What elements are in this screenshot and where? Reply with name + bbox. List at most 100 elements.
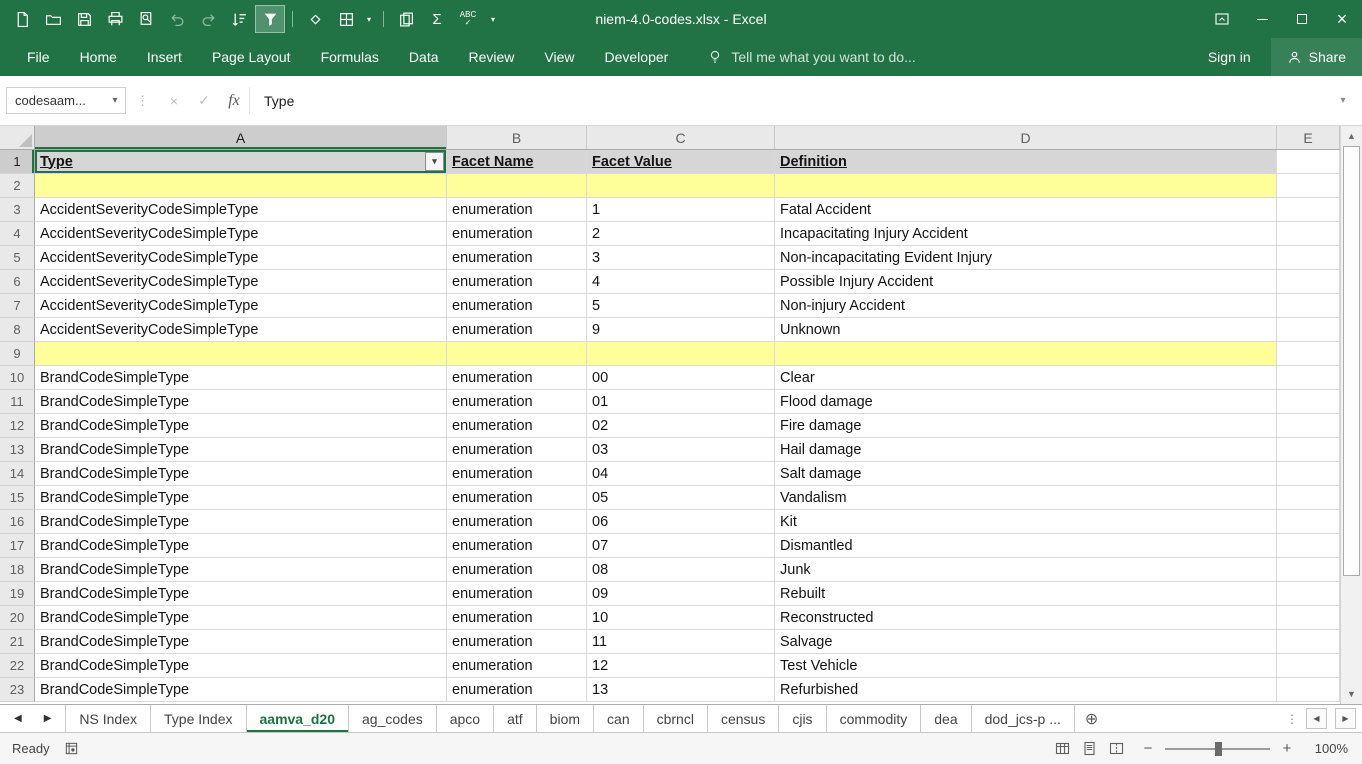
hscroll-left-button[interactable]: ◀ xyxy=(1306,708,1327,729)
zoom-out-button[interactable]: − xyxy=(1141,740,1155,757)
open-file-icon[interactable] xyxy=(39,6,67,32)
column-header-B[interactable]: B xyxy=(447,126,587,149)
cell-B9[interactable] xyxy=(447,342,587,366)
row-header-12[interactable]: 12 xyxy=(0,414,35,438)
cell-A20[interactable]: BrandCodeSimpleType xyxy=(35,606,447,630)
cell-B7[interactable]: enumeration xyxy=(447,294,587,318)
row-header-13[interactable]: 13 xyxy=(0,438,35,462)
cell-A6[interactable]: AccidentSeverityCodeSimpleType xyxy=(35,270,447,294)
row-header-11[interactable]: 11 xyxy=(0,390,35,414)
cell-D6[interactable]: Possible Injury Accident xyxy=(775,270,1277,294)
cell-E11[interactable] xyxy=(1277,390,1340,414)
sheet-tab-can[interactable]: can xyxy=(594,705,644,732)
hscroll-right-button[interactable]: ▶ xyxy=(1335,708,1356,729)
maximize-button[interactable] xyxy=(1282,0,1322,38)
page-break-preview-icon[interactable] xyxy=(1108,740,1125,757)
cell-E17[interactable] xyxy=(1277,534,1340,558)
cell-A5[interactable]: AccidentSeverityCodeSimpleType xyxy=(35,246,447,270)
cell-C1[interactable]: Facet Value xyxy=(587,150,775,174)
cell-A13[interactable]: BrandCodeSimpleType xyxy=(35,438,447,462)
insert-function-icon[interactable]: fx xyxy=(219,87,249,114)
cell-B17[interactable]: enumeration xyxy=(447,534,587,558)
row-header-3[interactable]: 3 xyxy=(0,198,35,222)
row-header-8[interactable]: 8 xyxy=(0,318,35,342)
cell-C17[interactable]: 07 xyxy=(587,534,775,558)
column-header-C[interactable]: C xyxy=(587,126,775,149)
cell-D17[interactable]: Dismantled xyxy=(775,534,1277,558)
sheet-tab-ag-codes[interactable]: ag_codes xyxy=(349,705,437,732)
zoom-in-button[interactable]: + xyxy=(1280,740,1294,757)
cell-D21[interactable]: Salvage xyxy=(775,630,1277,654)
cell-D7[interactable]: Non-injury Accident xyxy=(775,294,1277,318)
cell-B22[interactable]: enumeration xyxy=(447,654,587,678)
name-box[interactable]: codesaam... ▾ xyxy=(6,87,126,114)
cell-C10[interactable]: 00 xyxy=(587,366,775,390)
cell-C19[interactable]: 09 xyxy=(587,582,775,606)
formula-input[interactable]: Type xyxy=(249,87,1330,114)
row-header-23[interactable]: 23 xyxy=(0,678,35,702)
filter-icon[interactable] xyxy=(256,6,284,32)
cell-B2[interactable] xyxy=(447,174,587,198)
row-header-18[interactable]: 18 xyxy=(0,558,35,582)
cell-A3[interactable]: AccidentSeverityCodeSimpleType xyxy=(35,198,447,222)
cell-B15[interactable]: enumeration xyxy=(447,486,587,510)
autosum-icon[interactable]: Σ xyxy=(423,6,451,32)
cell-C14[interactable]: 04 xyxy=(587,462,775,486)
cell-C9[interactable] xyxy=(587,342,775,366)
cell-B11[interactable]: enumeration xyxy=(447,390,587,414)
macro-record-icon[interactable] xyxy=(64,741,79,756)
ribbon-tab-formulas[interactable]: Formulas xyxy=(306,38,394,76)
sheet-tab-cbrncl[interactable]: cbrncl xyxy=(644,705,708,732)
row-header-9[interactable]: 9 xyxy=(0,342,35,366)
zoom-level-label[interactable]: 100% xyxy=(1310,741,1348,756)
cell-E13[interactable] xyxy=(1277,438,1340,462)
cell-B6[interactable]: enumeration xyxy=(447,270,587,294)
cell-B13[interactable]: enumeration xyxy=(447,438,587,462)
sheet-tab-cjis[interactable]: cjis xyxy=(779,705,826,732)
cell-C15[interactable]: 05 xyxy=(587,486,775,510)
cell-A11[interactable]: BrandCodeSimpleType xyxy=(35,390,447,414)
cell-E22[interactable] xyxy=(1277,654,1340,678)
zoom-slider[interactable] xyxy=(1165,748,1270,750)
cell-D23[interactable]: Refurbished xyxy=(775,678,1277,702)
vertical-scrollbar[interactable]: ▲ ▼ xyxy=(1340,126,1362,704)
ribbon-tab-file[interactable]: File xyxy=(12,38,65,76)
row-header-1[interactable]: 1 xyxy=(0,150,35,174)
cell-B3[interactable]: enumeration xyxy=(447,198,587,222)
cell-C11[interactable]: 01 xyxy=(587,390,775,414)
cell-A19[interactable]: BrandCodeSimpleType xyxy=(35,582,447,606)
cell-E16[interactable] xyxy=(1277,510,1340,534)
cell-B19[interactable]: enumeration xyxy=(447,582,587,606)
normal-view-icon[interactable] xyxy=(1054,740,1071,757)
cell-C18[interactable]: 08 xyxy=(587,558,775,582)
cell-E20[interactable] xyxy=(1277,606,1340,630)
share-button[interactable]: Share xyxy=(1271,38,1362,76)
cell-B12[interactable]: enumeration xyxy=(447,414,587,438)
vertical-scroll-thumb[interactable] xyxy=(1343,146,1360,576)
cell-D10[interactable]: Clear xyxy=(775,366,1277,390)
cell-E6[interactable] xyxy=(1277,270,1340,294)
sheet-tab-type-index[interactable]: Type Index xyxy=(151,705,247,732)
zoom-slider-thumb[interactable] xyxy=(1215,742,1222,756)
enter-icon[interactable]: ✓ xyxy=(189,87,219,114)
save-icon[interactable] xyxy=(70,6,98,32)
close-button[interactable]: × xyxy=(1322,0,1362,38)
cell-E21[interactable] xyxy=(1277,630,1340,654)
ribbon-tab-page-layout[interactable]: Page Layout xyxy=(197,38,306,76)
cell-C13[interactable]: 03 xyxy=(587,438,775,462)
ribbon-tab-data[interactable]: Data xyxy=(394,38,454,76)
cell-C2[interactable] xyxy=(587,174,775,198)
row-header-19[interactable]: 19 xyxy=(0,582,35,606)
cell-E23[interactable] xyxy=(1277,678,1340,702)
cell-A22[interactable]: BrandCodeSimpleType xyxy=(35,654,447,678)
cell-C3[interactable]: 1 xyxy=(587,198,775,222)
ribbon-tab-home[interactable]: Home xyxy=(65,38,132,76)
cell-C8[interactable]: 9 xyxy=(587,318,775,342)
row-header-7[interactable]: 7 xyxy=(0,294,35,318)
cell-B14[interactable]: enumeration xyxy=(447,462,587,486)
pages-icon[interactable] xyxy=(392,6,420,32)
cell-E10[interactable] xyxy=(1277,366,1340,390)
cell-A8[interactable]: AccidentSeverityCodeSimpleType xyxy=(35,318,447,342)
cell-E1[interactable] xyxy=(1277,150,1340,174)
cell-A21[interactable]: BrandCodeSimpleType xyxy=(35,630,447,654)
